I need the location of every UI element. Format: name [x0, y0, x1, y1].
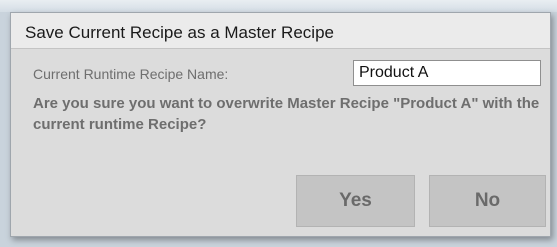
confirmation-message: Are you sure you want to overwrite Maste… [33, 95, 540, 133]
background-window-strip [0, 0, 557, 12]
no-button[interactable]: No [429, 175, 546, 227]
dialog-title-bar: Save Current Recipe as a Master Recipe [11, 13, 550, 49]
save-master-recipe-dialog: Save Current Recipe as a Master Recipe C… [10, 12, 551, 237]
recipe-name-field[interactable] [353, 60, 541, 86]
dialog-title: Save Current Recipe as a Master Recipe [25, 23, 334, 42]
recipe-name-label: Current Runtime Recipe Name: [33, 66, 229, 82]
yes-button[interactable]: Yes [296, 175, 415, 227]
